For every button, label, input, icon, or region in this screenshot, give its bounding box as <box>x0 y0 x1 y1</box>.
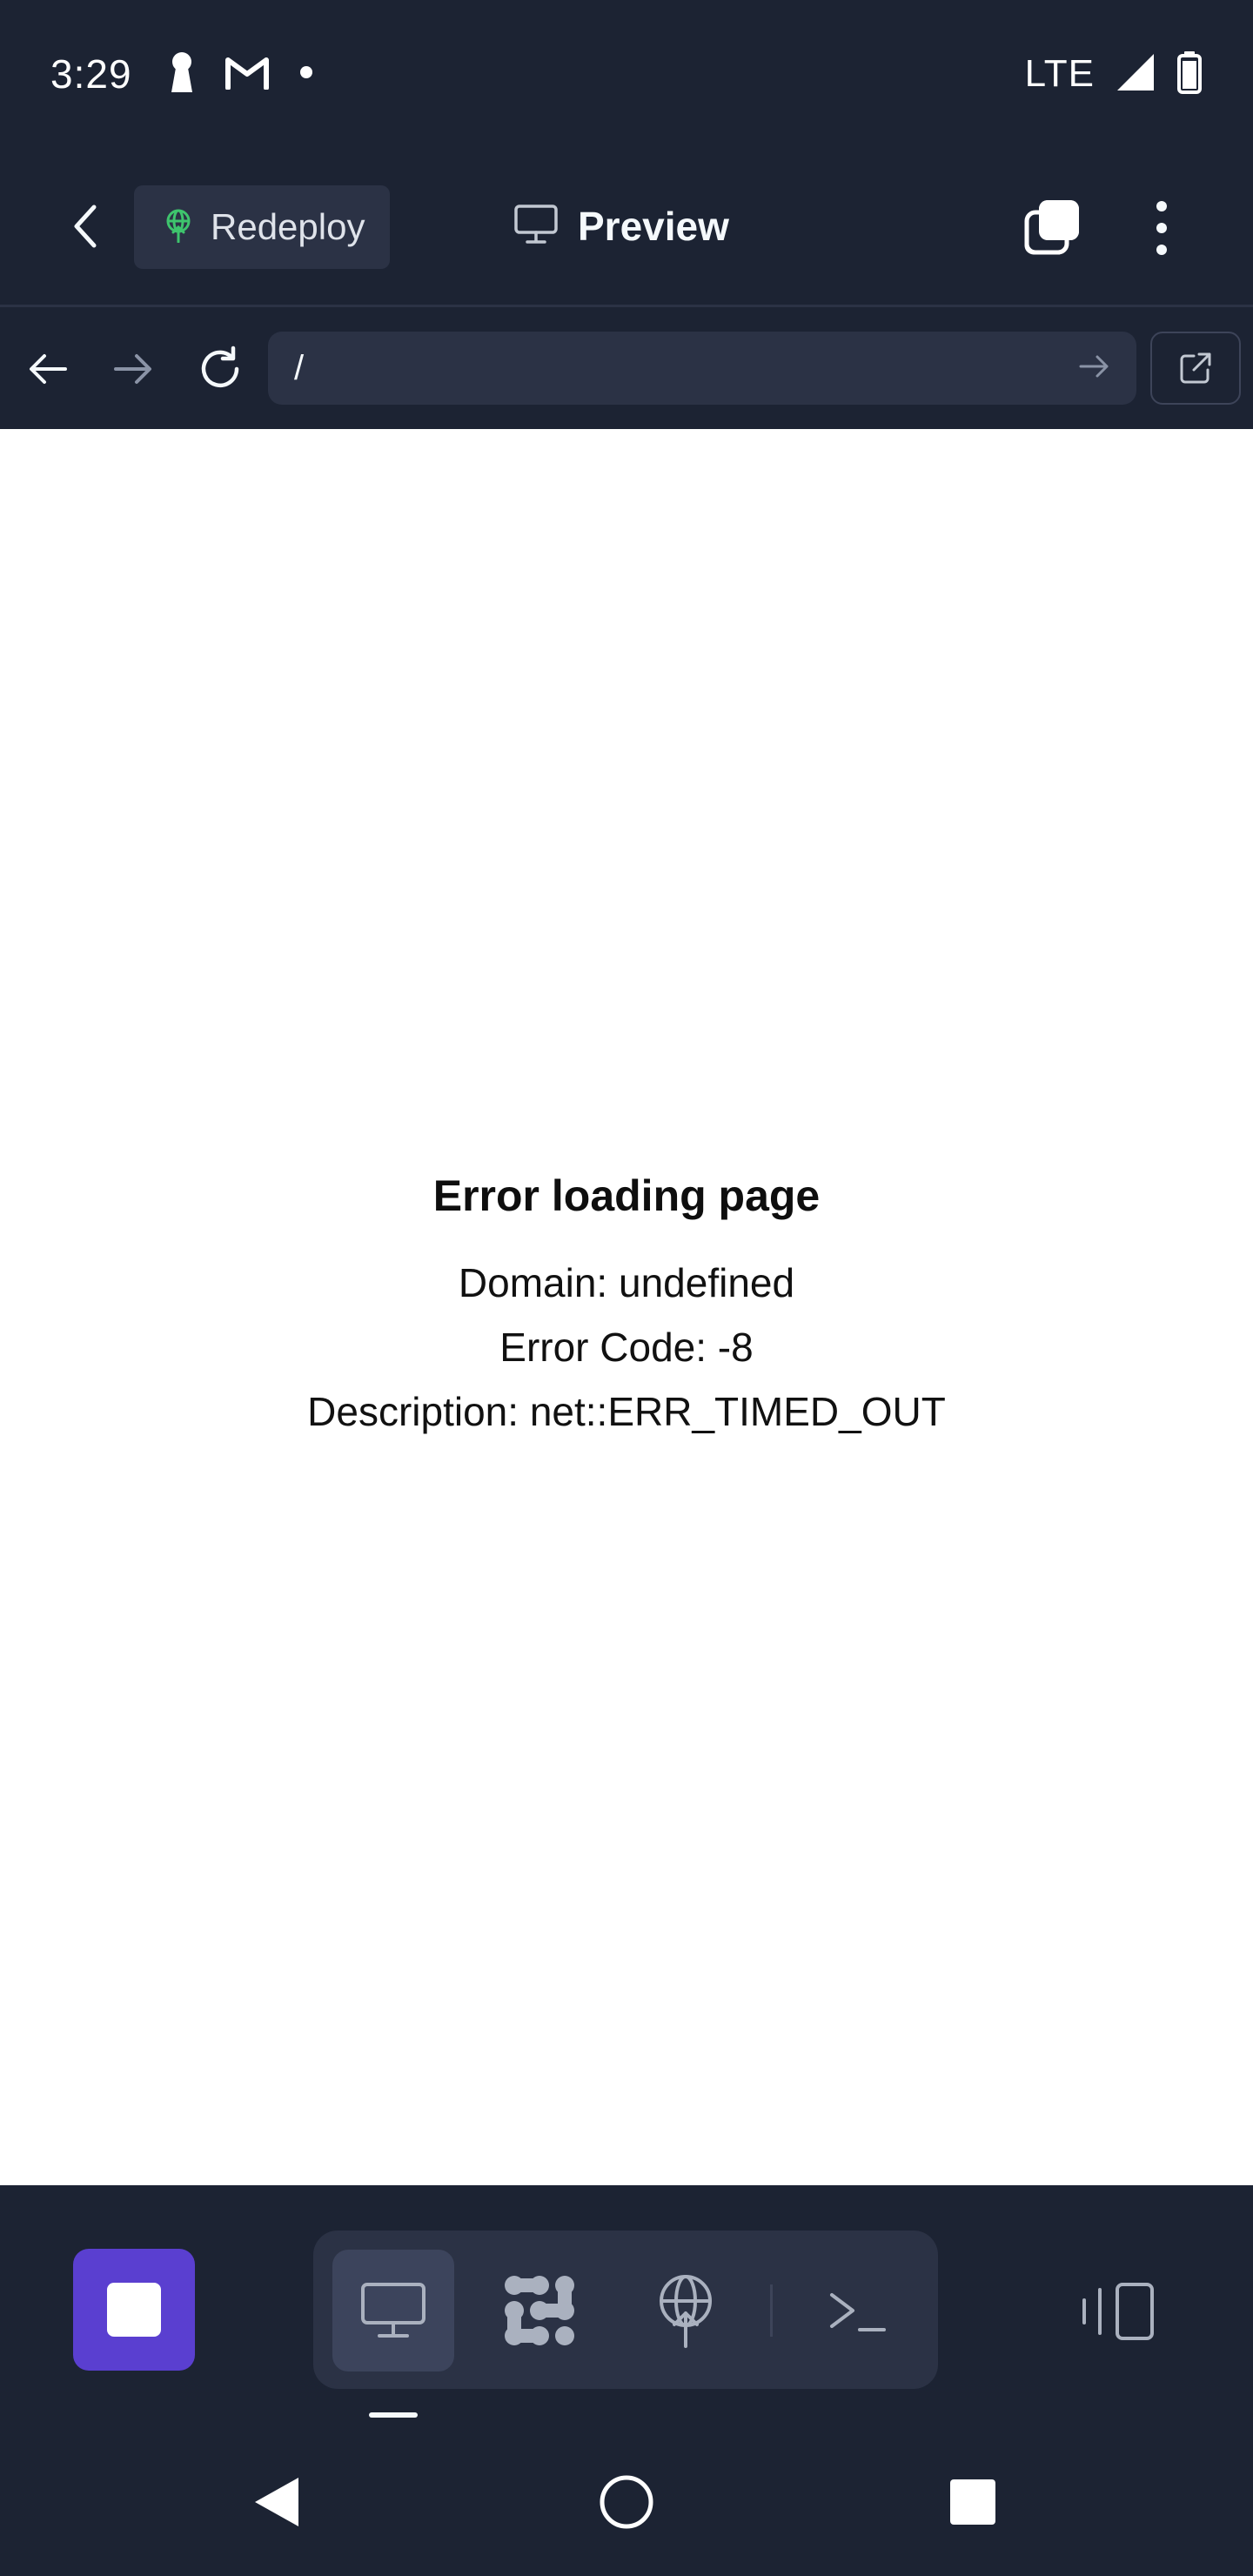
android-home-button[interactable] <box>587 2463 666 2541</box>
signal-icon <box>1116 52 1156 97</box>
back-chevron-icon <box>74 205 97 248</box>
gmail-icon <box>224 55 270 94</box>
deployments-icon <box>660 2275 712 2348</box>
reload-button[interactable] <box>190 339 251 399</box>
panel-toggle-icon <box>1082 2283 1154 2340</box>
preview-title: Preview <box>513 191 729 261</box>
deployments-tool-button[interactable] <box>625 2250 747 2371</box>
browser-bar: / <box>0 307 1253 429</box>
android-recents-button[interactable] <box>934 2463 1012 2541</box>
error-code: Error Code: -8 <box>499 1325 754 1370</box>
redeploy-button[interactable]: Redeploy <box>134 185 390 269</box>
open-external-icon <box>1180 352 1211 384</box>
panel-toggle-button[interactable] <box>1079 2272 1157 2351</box>
error-message: Error loading page Domain: undefined Err… <box>0 1171 1253 1444</box>
webview-tool-button[interactable] <box>332 2250 454 2371</box>
active-tool-indicator <box>369 2412 418 2418</box>
workflow-icon <box>505 2276 574 2345</box>
battery-icon <box>1176 50 1203 98</box>
stop-button[interactable] <box>73 2249 195 2371</box>
redeploy-label: Redeploy <box>211 206 365 247</box>
status-left-icons <box>169 50 313 98</box>
error-domain: Domain: undefined <box>458 1260 795 1305</box>
android-recents-icon <box>950 2479 995 2525</box>
android-back-icon <box>255 2478 298 2526</box>
go-arrow-icon[interactable] <box>1079 353 1110 384</box>
url-text: / <box>294 348 305 387</box>
notification-dot-icon <box>299 65 313 84</box>
webview[interactable]: Error loading page Domain: undefined Err… <box>0 429 1253 2185</box>
stop-icon <box>107 2283 161 2337</box>
tool-group <box>313 2231 938 2389</box>
deploy-globe-icon <box>162 208 195 247</box>
workflow-tool-button[interactable] <box>479 2250 600 2371</box>
android-back-button[interactable] <box>237 2463 315 2541</box>
status-bar: 3:29 LTE <box>0 0 1253 148</box>
android-home-icon <box>600 2475 653 2529</box>
page-title: Preview <box>578 204 729 249</box>
reload-icon <box>201 345 239 388</box>
app-header: Redeploy Preview <box>0 148 1253 306</box>
forward-arrow-icon <box>114 354 151 384</box>
error-title: Error loading page <box>432 1171 821 1220</box>
url-input[interactable]: / <box>268 332 1136 405</box>
status-right: LTE <box>1025 50 1203 98</box>
error-description: Description: net::ERR_TIMED_OUT <box>307 1389 946 1434</box>
back-arrow-icon <box>30 354 67 384</box>
android-nav-bar <box>0 2428 1253 2576</box>
browser-back-button[interactable] <box>17 339 78 399</box>
network-type: LTE <box>1024 52 1095 95</box>
open-external-button[interactable] <box>1150 332 1241 405</box>
status-time: 3:29 <box>50 51 132 97</box>
more-vert-icon <box>1156 201 1167 255</box>
monitor-icon <box>513 204 559 250</box>
browser-forward-button[interactable] <box>103 339 164 399</box>
tabs-icon <box>1024 200 1079 255</box>
tabs-button[interactable] <box>1018 193 1088 263</box>
webview-monitor-icon <box>361 2283 425 2338</box>
tool-divider <box>770 2284 773 2337</box>
back-button[interactable] <box>59 200 111 252</box>
more-options-button[interactable] <box>1131 193 1192 263</box>
keyhole-icon <box>169 50 195 98</box>
shell-tool-button[interactable] <box>796 2250 918 2371</box>
shell-icon <box>830 2293 886 2331</box>
bottom-toolbar <box>0 2185 1253 2412</box>
